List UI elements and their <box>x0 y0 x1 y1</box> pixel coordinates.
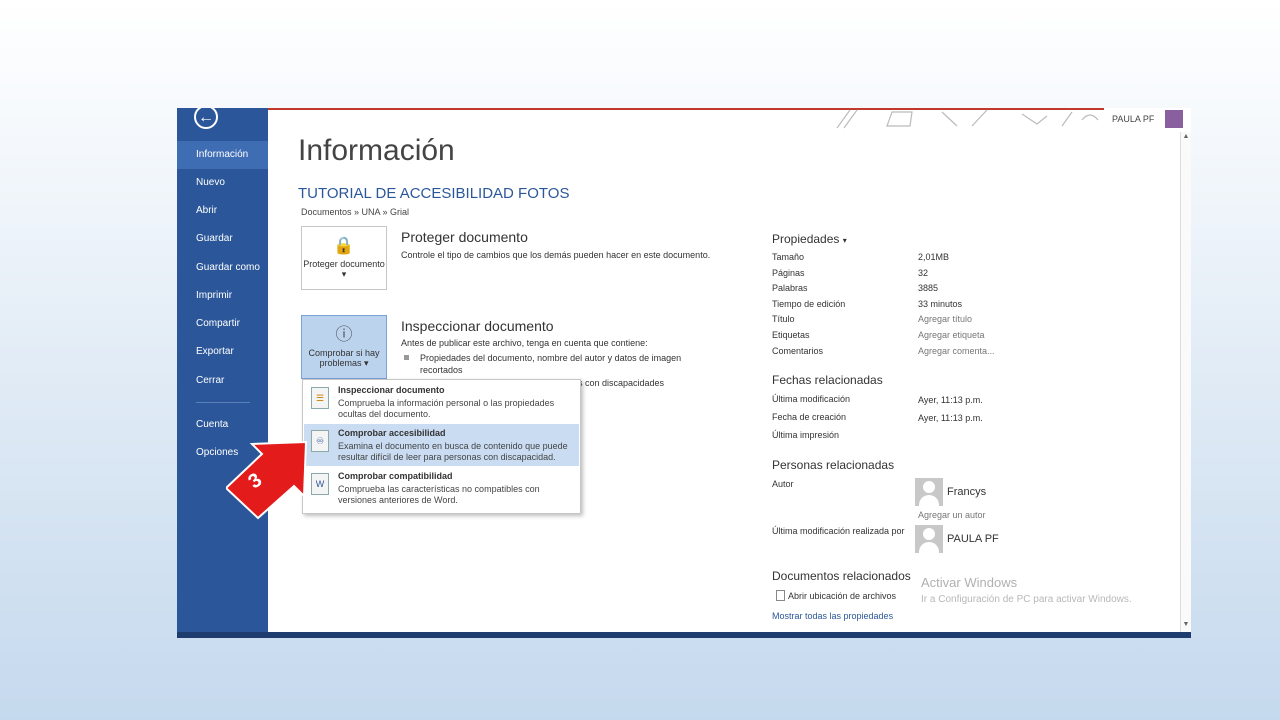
user-avatar[interactable] <box>1165 110 1183 128</box>
sidebar-item-nuevo[interactable]: Nuevo <box>177 169 268 197</box>
sidebar-item-abrir[interactable]: Abrir <box>177 197 268 225</box>
prop-value-pages: 32 <box>918 268 929 278</box>
activation-watermark-desc: Ir a Configuración de PC para activar Wi… <box>921 594 1132 605</box>
account-user-name[interactable]: PAULA PF <box>1112 114 1154 124</box>
prop-label-comments: Comentarios <box>772 346 824 356</box>
dropdown-caret-icon: ▾ <box>842 236 847 245</box>
menu-item-check-compatibility[interactable]: W Comprobar compatibilidad Comprueba las… <box>304 467 579 509</box>
date-value-modified: Ayer, 11:13 p.m. <box>918 395 983 405</box>
menu-item-desc: Comprueba la información personal o las … <box>338 398 555 419</box>
sidebar-item-cerrar[interactable]: Cerrar <box>177 367 268 395</box>
prop-label-tags: Etiquetas <box>772 330 810 340</box>
word-backstage-window: ← Información Nuevo Abrir Guardar Guarda… <box>177 108 1191 638</box>
add-author-link[interactable]: Agregar un autor <box>918 510 986 520</box>
prop-label-edit-time: Tiempo de edición <box>772 299 846 309</box>
check-issues-dropdown-menu: ☰ Inspeccionar documento Comprueba la in… <box>302 379 581 514</box>
properties-header-label: Propiedades <box>772 232 840 246</box>
bullet-text: Propiedades del documento, nombre del au… <box>420 353 682 375</box>
check-issues-button[interactable]: ⓘ Comprobar si hay problemas ▾ <box>301 315 387 379</box>
properties-header[interactable]: Propiedades ▾ <box>772 232 847 246</box>
date-label-printed: Última impresión <box>772 430 840 440</box>
menu-item-title: Inspeccionar documento <box>338 385 445 395</box>
inspect-bullet-partial: as con discapacidades <box>573 378 665 388</box>
breadcrumb[interactable]: Documentos » UNA » Grial <box>301 207 409 217</box>
sidebar-divider <box>196 402 250 403</box>
menu-item-title: Comprobar compatibilidad <box>338 471 453 481</box>
sidebar-item-compartir[interactable]: Compartir <box>177 310 268 338</box>
prop-value-title-field[interactable]: Agregar título <box>918 314 972 324</box>
prop-value-comments-field[interactable]: Agregar comenta... <box>918 346 995 356</box>
prop-value-size: 2,01MB <box>918 252 950 262</box>
related-documents-header: Documentos relacionados <box>772 569 911 583</box>
menu-item-desc: Examina el documento en busca de conteni… <box>338 441 568 462</box>
scroll-up-arrow-icon[interactable]: ▲ <box>1181 132 1191 142</box>
inspect-document-icon: ⓘ <box>335 325 353 344</box>
prop-value-tags-field[interactable]: Agregar etiqueta <box>918 330 985 340</box>
open-file-location-link[interactable]: Abrir ubicación de archivos <box>788 591 896 601</box>
inspect-section-title: Inspeccionar documento <box>401 318 554 334</box>
prop-label-words: Palabras <box>772 283 808 293</box>
author-name[interactable]: Francys <box>947 486 986 498</box>
document-title: TUTORIAL DE ACCESIBILIDAD FOTOS <box>298 185 570 202</box>
prop-label-pages: Páginas <box>772 268 805 278</box>
author-label: Autor <box>772 479 794 489</box>
protect-button-label: Proteger documento <box>303 259 385 269</box>
backstage-sidebar: ← Información Nuevo Abrir Guardar Guarda… <box>177 108 268 638</box>
back-arrow-icon[interactable]: ← <box>194 108 218 129</box>
show-all-properties-link[interactable]: Mostrar todas las propiedades <box>772 611 893 621</box>
red-arrow-icon <box>224 440 308 520</box>
date-label-created: Fecha de creación <box>772 412 847 422</box>
sidebar-item-informacion[interactable]: Información <box>177 141 268 169</box>
prop-label-size: Tamaño <box>772 252 805 262</box>
prop-label-title: Título <box>772 314 795 324</box>
inspect-doc-icon: ☰ <box>311 387 329 409</box>
inspect-section-desc: Antes de publicar este archivo, tenga en… <box>401 338 648 348</box>
scroll-down-arrow-icon[interactable]: ▼ <box>1181 620 1191 630</box>
sidebar-item-cuenta[interactable]: Cuenta <box>177 411 268 439</box>
folder-file-icon <box>776 590 785 601</box>
sidebar-item-guardar-como[interactable]: Guardar como <box>177 254 268 282</box>
vertical-scrollbar[interactable]: ▲ ▼ <box>1180 132 1191 632</box>
modified-by-avatar <box>915 525 943 553</box>
modified-by-name[interactable]: PAULA PF <box>947 533 999 545</box>
dropdown-caret-icon: ▾ <box>341 269 347 279</box>
dropdown-caret-icon: ▾ <box>364 358 369 368</box>
date-label-modified: Última modificación <box>772 394 851 404</box>
modified-by-label: Última modificación realizada por <box>772 526 905 536</box>
page-title: Información <box>298 134 455 167</box>
protect-section-title: Proteger documento <box>401 229 528 245</box>
menu-item-title: Comprobar accesibilidad <box>338 428 446 438</box>
prop-value-words: 3885 <box>918 283 939 293</box>
activation-watermark-title: Activar Windows <box>921 575 1018 590</box>
background-sketch-art <box>836 109 1099 129</box>
date-value-created: Ayer, 11:13 p.m. <box>918 413 983 423</box>
menu-item-check-accessibility[interactable]: ♾ Comprobar accesibilidad Examina el doc… <box>304 424 579 466</box>
related-dates-header: Fechas relacionadas <box>772 373 883 387</box>
sidebar-item-imprimir[interactable]: Imprimir <box>177 282 268 310</box>
author-avatar <box>915 478 943 506</box>
sidebar-item-guardar[interactable]: Guardar <box>177 225 268 253</box>
prop-value-edit-time: 33 minutos <box>918 299 963 309</box>
lock-key-icon: 🔒 <box>333 236 355 255</box>
annotation-arrow: 3 <box>224 440 316 520</box>
related-people-header: Personas relacionadas <box>772 458 895 472</box>
inspect-bullet-properties: Propiedades del documento, nombre del au… <box>404 352 700 376</box>
menu-item-inspect-document[interactable]: ☰ Inspeccionar documento Comprueba la in… <box>304 381 579 423</box>
protect-section-desc: Controle el tipo de cambios que los demá… <box>401 250 711 260</box>
protect-document-button[interactable]: 🔒 Proteger documento ▾ <box>301 226 387 290</box>
menu-item-desc: Comprueba las características no compati… <box>338 484 540 505</box>
windows-taskbar[interactable] <box>177 632 1191 638</box>
sidebar-item-exportar[interactable]: Exportar <box>177 338 268 366</box>
